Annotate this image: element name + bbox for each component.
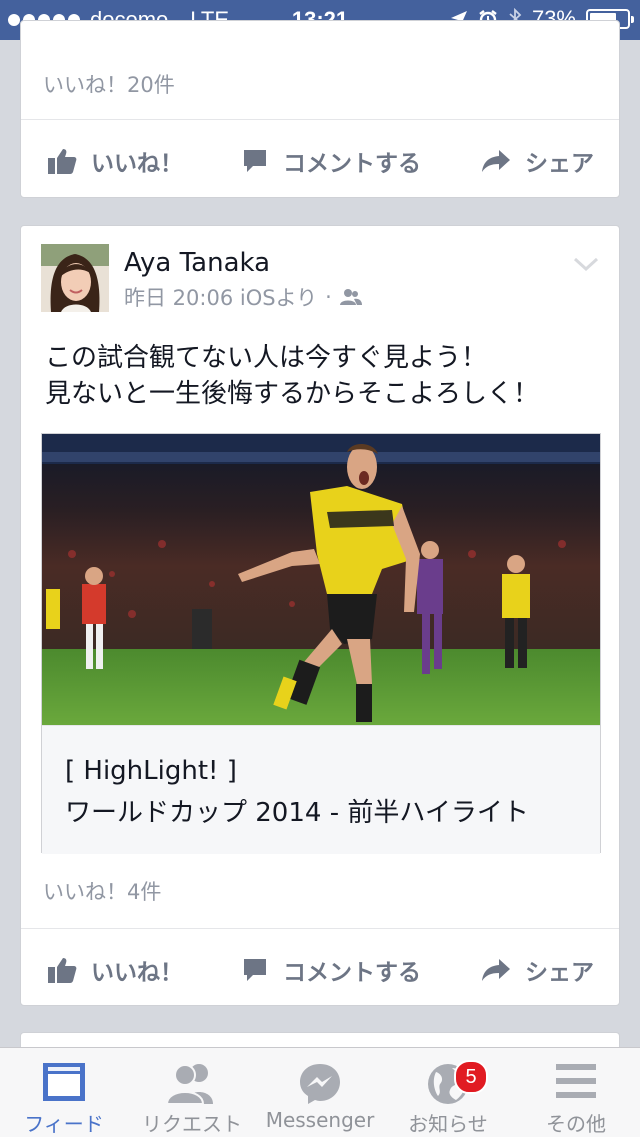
thumbs-up-icon (48, 149, 77, 174)
friend-requests-icon (165, 1064, 213, 1104)
chevron-down-icon[interactable] (573, 256, 599, 272)
like-button[interactable]: いいね！ (47, 953, 183, 987)
tab-bar: フィード リクエスト Messenger 5 お知らせ その他 (0, 1047, 640, 1137)
tab-label: リクエスト (142, 1112, 242, 1136)
thumbs-up-icon (48, 958, 77, 983)
tab-label: その他 (546, 1112, 606, 1136)
tab-label: お知らせ (408, 1112, 488, 1136)
share-label: シェア (525, 960, 594, 986)
story-message-line: この試合観てない人は今すぐ見よう！ (45, 343, 488, 373)
story-message-line: 見ないと一生後悔するからそこよろしく！ (45, 379, 540, 409)
action-bar: いいね！ コメントする シェア (21, 929, 619, 1007)
like-count[interactable]: いいね！4件 (43, 876, 161, 906)
share-arrow-icon (482, 150, 510, 172)
shared-link-card[interactable]: [ HighLight! ] ワールドカップ 2014 - 前半ハイライト (41, 433, 601, 854)
share-label: シェア (525, 151, 594, 177)
tab-news-feed[interactable]: フィード (0, 1048, 128, 1137)
story-message: この試合観てない人は今すぐ見よう！ 見ないと一生後悔するからそこよろしく！ (45, 340, 605, 412)
feed-story: Aya Tanaka 昨日 20:06 iOSより · この試合観てない人は今す… (20, 225, 620, 1006)
tab-notifications[interactable]: 5 お知らせ (384, 1048, 512, 1137)
tab-friend-requests[interactable]: リクエスト (128, 1048, 256, 1137)
more-menu-icon (556, 1064, 596, 1098)
like-button[interactable]: いいね！ (47, 144, 183, 178)
like-count[interactable]: いいね！20件 (43, 69, 175, 99)
friends-privacy-icon[interactable] (339, 288, 362, 306)
share-button[interactable]: シェア (481, 953, 594, 987)
comment-bubble-icon (244, 150, 266, 172)
link-title: [ HighLight! ] (65, 756, 237, 786)
story-meta: 昨日 20:06 iOSより · (124, 282, 362, 312)
like-label: いいね！ (91, 960, 183, 986)
link-description: ワールドカップ 2014 - 前半ハイライト (65, 798, 529, 828)
share-arrow-icon (482, 959, 510, 981)
timestamp[interactable]: 昨日 20:06 iOSより (124, 282, 317, 312)
action-bar: いいね！ コメントする シェア (21, 120, 619, 198)
link-preview-text: [ HighLight! ] ワールドカップ 2014 - 前半ハイライト (42, 725, 600, 854)
comment-label: コメントする (283, 960, 421, 986)
meta-separator: · (325, 285, 332, 309)
link-preview-image (42, 434, 600, 725)
notification-badge: 5 (454, 1060, 488, 1094)
messenger-icon (300, 1064, 340, 1104)
comment-label: コメントする (283, 151, 421, 177)
feed-story-previous: いいね！20件 いいね！ コメントする シェア (20, 20, 620, 198)
tab-label: Messenger (265, 1108, 375, 1132)
comment-button[interactable]: コメントする (241, 953, 421, 987)
author-name[interactable]: Aya Tanaka (124, 248, 270, 278)
tab-messenger[interactable]: Messenger (256, 1048, 384, 1137)
comment-button[interactable]: コメントする (241, 144, 421, 178)
comment-bubble-icon (244, 959, 266, 981)
tab-label: フィード (24, 1112, 104, 1136)
tab-more[interactable]: その他 (512, 1048, 640, 1137)
like-label: いいね！ (91, 151, 183, 177)
avatar[interactable] (41, 244, 109, 312)
share-button[interactable]: シェア (481, 144, 594, 178)
news-feed-icon (43, 1063, 85, 1101)
